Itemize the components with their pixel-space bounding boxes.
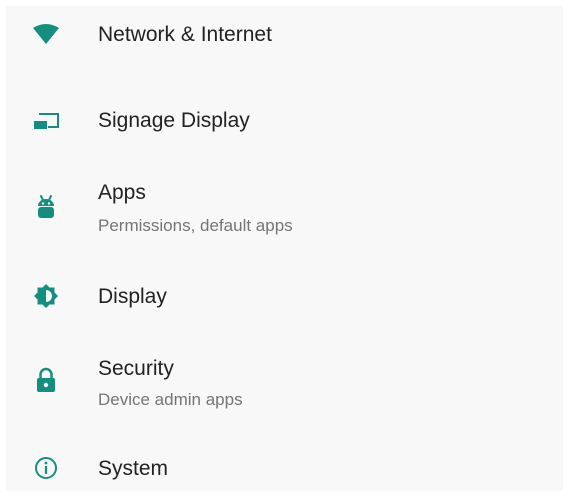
- settings-list: Network & Internet Signage Display Apps …: [6, 6, 563, 491]
- info-icon: [24, 453, 68, 483]
- settings-item-title: Security: [98, 357, 174, 380]
- android-icon: [24, 193, 68, 223]
- settings-item-security[interactable]: Security Device admin apps: [6, 344, 563, 416]
- settings-item-title: Network & Internet: [98, 23, 272, 46]
- settings-item-subtitle: Device admin apps: [98, 390, 243, 409]
- settings-item-title: Signage Display: [98, 109, 250, 132]
- settings-item-title: Display: [98, 285, 167, 308]
- lock-icon: [24, 365, 68, 395]
- signage-display-icon: [24, 107, 68, 137]
- settings-item-subtitle: Permissions, default apps: [98, 216, 293, 235]
- settings-item-apps[interactable]: Apps Permissions, default apps: [6, 172, 563, 242]
- brightness-icon: [24, 281, 68, 311]
- wifi-icon: [24, 20, 68, 50]
- settings-item-system[interactable]: System: [6, 446, 563, 490]
- settings-item-display[interactable]: Display: [6, 274, 563, 318]
- settings-item-title: Apps: [98, 181, 146, 204]
- settings-item-network[interactable]: Network & Internet: [6, 6, 563, 64]
- settings-item-title: System: [98, 457, 169, 480]
- settings-item-signage-display[interactable]: Signage Display: [6, 104, 563, 144]
